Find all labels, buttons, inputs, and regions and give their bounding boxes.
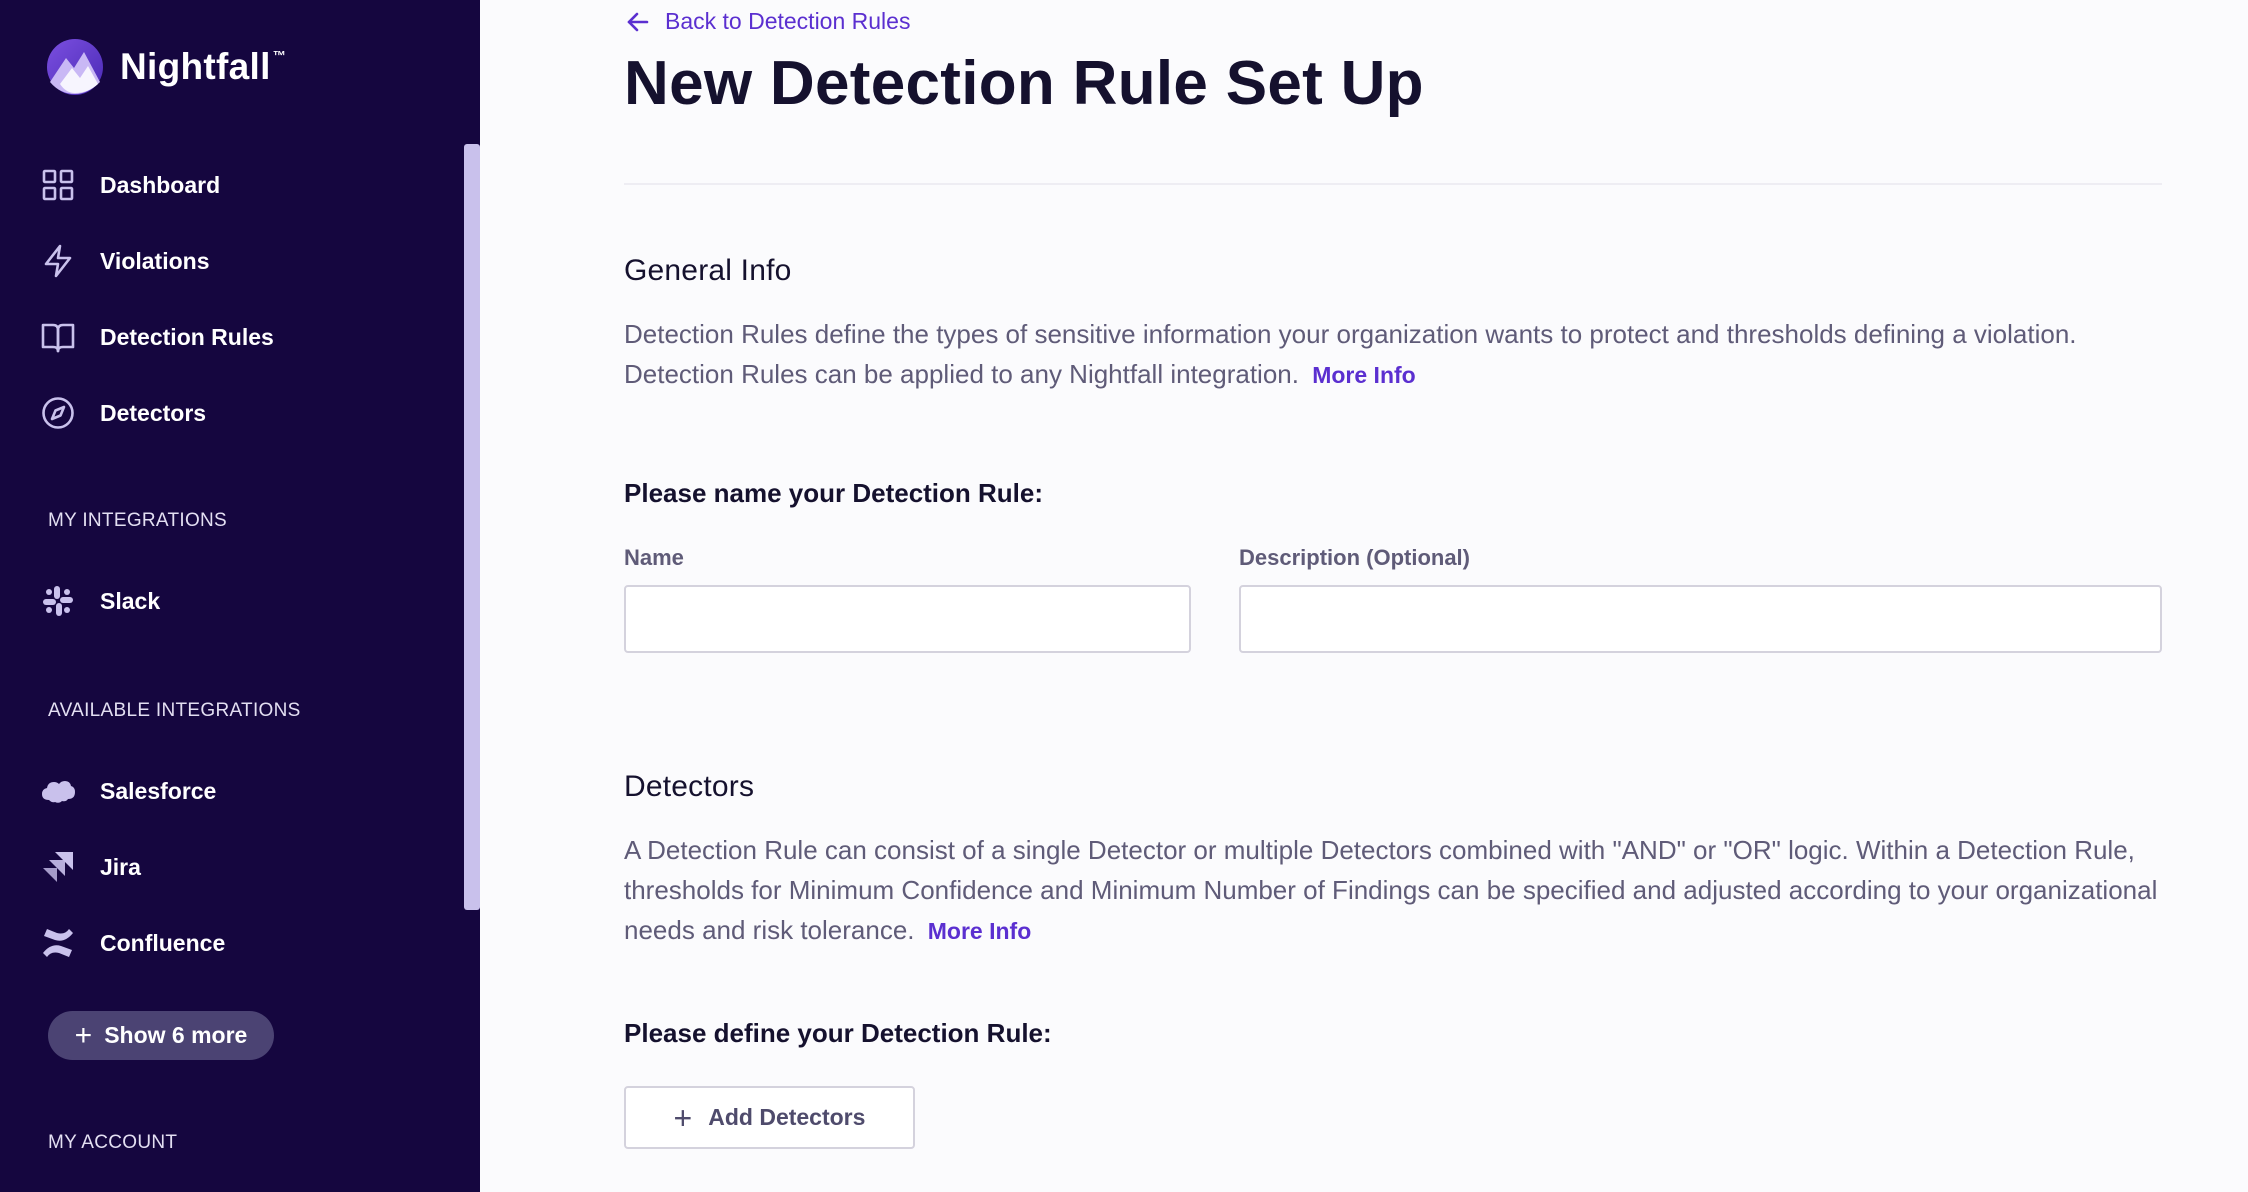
name-prompt: Please name your Detection Rule:: [624, 478, 1044, 508]
brand-trademark: ™: [272, 47, 286, 63]
detectors-heading: Detectors: [624, 770, 755, 803]
salesforce-icon: [40, 773, 76, 809]
name-input[interactable]: [624, 585, 1191, 653]
divider: [624, 183, 2162, 185]
sidebar-item-slack[interactable]: Slack: [40, 571, 160, 631]
add-detectors-label: Add Detectors: [708, 1104, 866, 1130]
sidebar-item-detectors[interactable]: Detectors: [40, 383, 206, 443]
show-more-label: Show 6 more: [104, 1022, 248, 1048]
sidebar-item-jira[interactable]: Jira: [40, 837, 141, 897]
page-title: New Detection Rule Set Up: [624, 49, 1424, 118]
detectors-description: A Detection Rule can consist of a single…: [624, 830, 2164, 951]
show-more-button[interactable]: + Show 6 more: [48, 1011, 274, 1060]
detectors-more-info-link[interactable]: More Info: [928, 918, 1032, 944]
lightning-icon: [40, 243, 76, 279]
sidebar-item-dashboard[interactable]: Dashboard: [40, 155, 220, 215]
jira-icon: [40, 849, 76, 885]
logo[interactable]: Nightfall ™: [46, 38, 286, 96]
name-label: Name: [624, 545, 684, 570]
sidebar: Nightfall ™ Dashboard Violations Detectio…: [0, 0, 480, 1192]
sidebar-item-salesforce[interactable]: Salesforce: [40, 761, 216, 821]
my-account-heading: MY ACCOUNT: [48, 1132, 178, 1153]
general-info-heading: General Info: [624, 254, 792, 287]
available-integrations-heading: AVAILABLE INTEGRATIONS: [48, 700, 301, 721]
sidebar-item-label: Confluence: [100, 929, 226, 956]
confluence-icon: [40, 925, 76, 961]
plus-icon: +: [673, 1099, 693, 1136]
detectors-text: A Detection Rule can consist of a single…: [624, 835, 2158, 945]
back-to-detection-rules-link[interactable]: Back to Detection Rules: [625, 8, 910, 35]
plus-icon: +: [74, 1018, 93, 1052]
compass-icon: [40, 395, 76, 431]
sidebar-scrollbar[interactable]: [464, 144, 480, 910]
sidebar-item-label: Violations: [100, 247, 210, 274]
sidebar-item-violations[interactable]: Violations: [40, 231, 210, 291]
sidebar-item-label: Detection Rules: [100, 323, 274, 350]
arrow-left-icon: [627, 12, 649, 31]
description-input[interactable]: [1239, 585, 2162, 653]
sidebar-item-confluence[interactable]: Confluence: [40, 913, 225, 973]
slack-icon: [40, 583, 76, 619]
sidebar-item-label: Jira: [100, 853, 141, 880]
my-integrations-heading: MY INTEGRATIONS: [48, 510, 228, 531]
add-detectors-button[interactable]: + Add Detectors: [624, 1086, 915, 1149]
brand-name: Nightfall: [120, 46, 271, 87]
dashboard-icon: [40, 167, 76, 203]
back-link-label: Back to Detection Rules: [665, 8, 911, 34]
description-label: Description (Optional): [1239, 545, 1470, 570]
sidebar-item-label: Salesforce: [100, 777, 217, 804]
sidebar-item-label: Slack: [100, 587, 161, 614]
sidebar-item-detection-rules[interactable]: Detection Rules: [40, 307, 274, 367]
book-icon: [40, 319, 76, 355]
sidebar-item-label: Dashboard: [100, 171, 221, 198]
general-more-info-link[interactable]: More Info: [1312, 362, 1416, 388]
sidebar-item-label: Detectors: [100, 399, 207, 426]
general-info-description: Detection Rules define the types of sens…: [624, 314, 2164, 395]
define-prompt: Please define your Detection Rule:: [624, 1018, 1052, 1048]
nightfall-logo-icon: [47, 39, 103, 95]
